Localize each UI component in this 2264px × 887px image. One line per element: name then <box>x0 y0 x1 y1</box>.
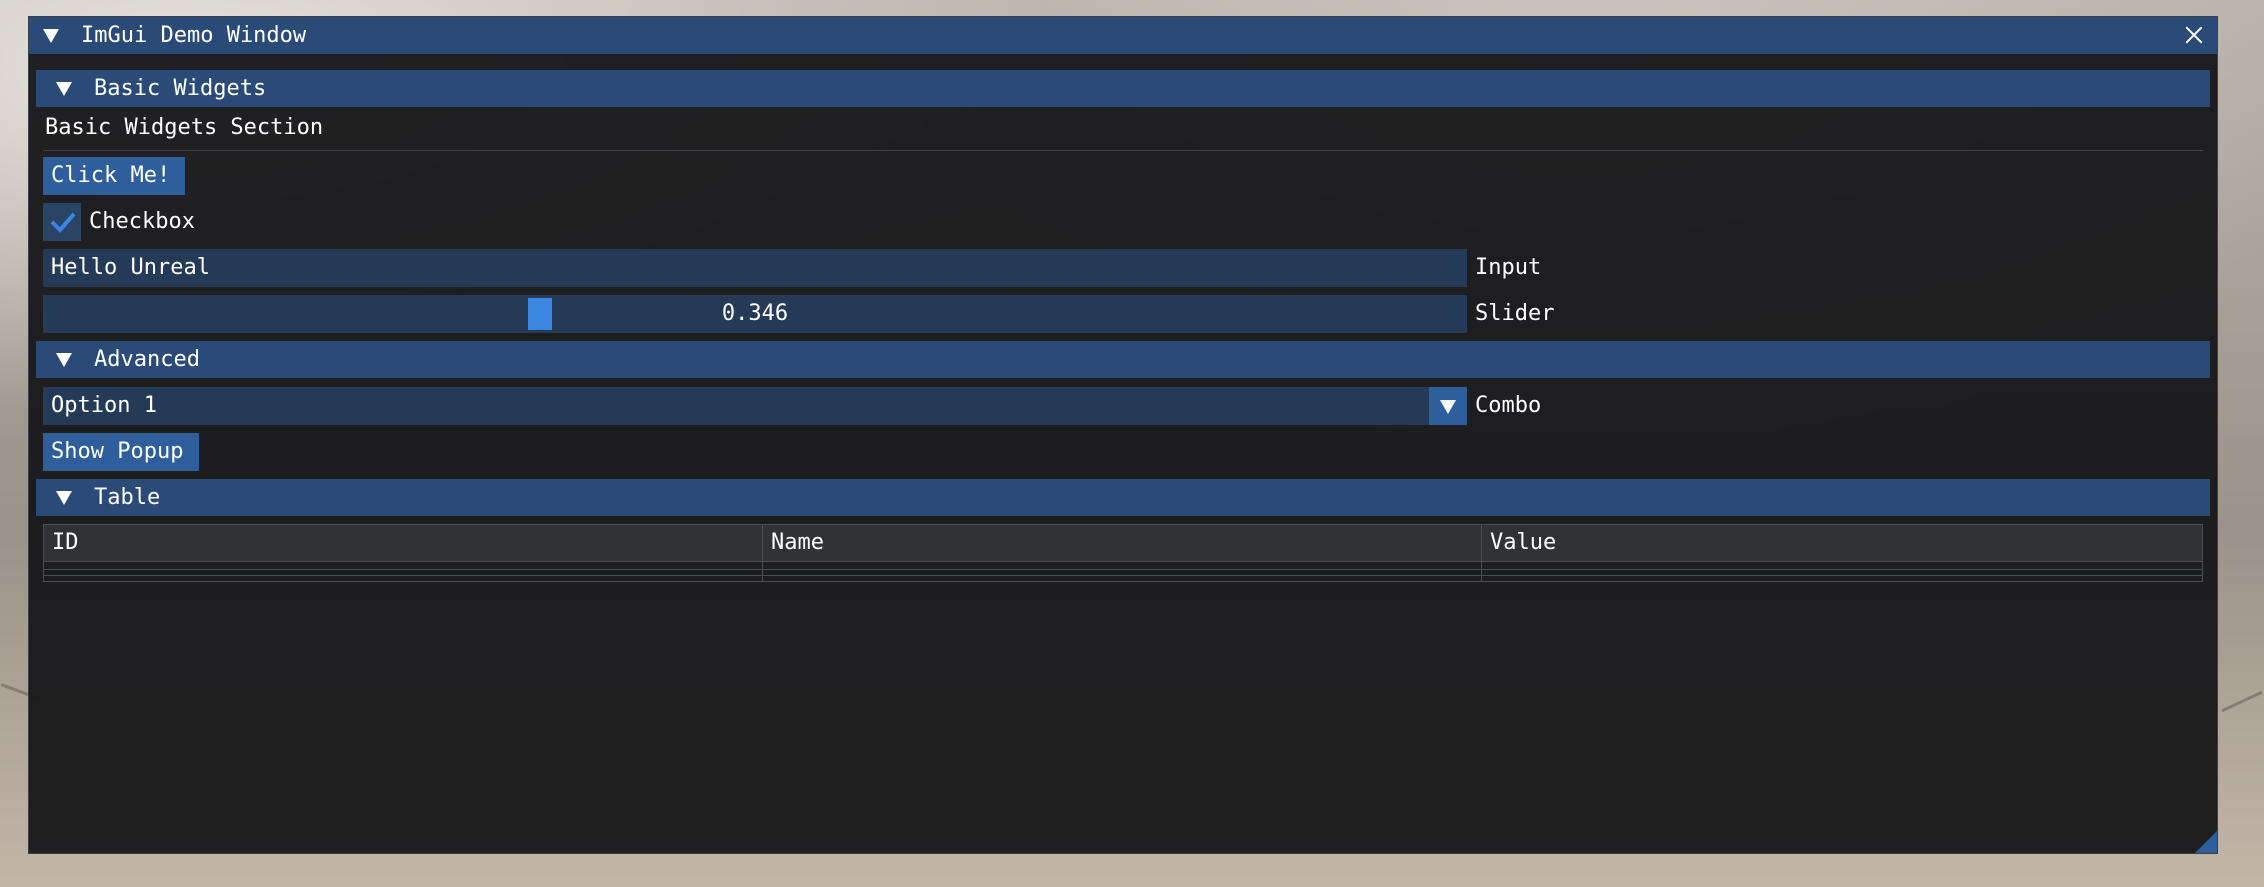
window-titlebar[interactable]: ImGui Demo Window <box>29 17 2217 54</box>
column-header-value[interactable]: Value <box>1482 525 1556 561</box>
slider-value: 0.346 <box>721 301 789 326</box>
background-line <box>2221 690 2263 713</box>
combo-box[interactable]: Option 1 <box>43 387 1467 425</box>
window-title: ImGui Demo Window <box>81 23 307 48</box>
header-table[interactable]: Table <box>36 479 2210 516</box>
row-divider <box>44 569 2202 570</box>
header-label: Table <box>94 485 161 510</box>
column-divider[interactable] <box>1481 525 1482 581</box>
column-divider[interactable] <box>762 525 763 581</box>
column-header-name[interactable]: Name <box>763 525 824 561</box>
resize-grip-icon[interactable] <box>2195 831 2217 853</box>
checkbox-label: Checkbox <box>89 209 195 234</box>
check-icon <box>50 212 76 233</box>
header-advanced[interactable]: Advanced <box>36 341 2210 378</box>
show-popup-button[interactable]: Show Popup <box>43 433 199 471</box>
collapse-arrow-icon <box>56 491 72 505</box>
click-me-button[interactable]: Click Me! <box>43 157 185 195</box>
separator <box>43 150 2203 151</box>
column-header-id[interactable]: ID <box>44 525 79 561</box>
combo-value: Option 1 <box>51 393 157 418</box>
dropdown-arrow-icon <box>1440 400 1456 414</box>
imgui-demo-window: ImGui Demo Window Basic Widgets Basic Wi… <box>28 16 2218 854</box>
input-label: Input <box>1475 255 1542 280</box>
header-label: Basic Widgets <box>94 76 267 101</box>
checkbox-box[interactable] <box>43 203 81 241</box>
table-header-row: ID Name Value <box>44 525 2202 561</box>
header-basic-widgets[interactable]: Basic Widgets <box>36 70 2210 107</box>
combo-label: Combo <box>1475 393 1542 418</box>
text-input[interactable]: Hello Unreal <box>43 249 1467 287</box>
slider-label: Slider <box>1475 301 1555 326</box>
dropdown-arrow-button[interactable] <box>1429 387 1467 425</box>
section-text: Basic Widgets Section <box>45 115 324 140</box>
collapse-arrow-icon <box>56 82 72 96</box>
collapse-arrow-icon[interactable] <box>43 29 59 43</box>
slider[interactable]: 0.346 <box>43 295 1467 333</box>
row-divider <box>44 561 2202 562</box>
data-table: ID Name Value <box>43 524 2203 582</box>
close-icon[interactable] <box>2183 24 2205 46</box>
header-label: Advanced <box>94 347 200 372</box>
collapse-arrow-icon <box>56 353 72 367</box>
row-divider <box>44 575 2202 576</box>
